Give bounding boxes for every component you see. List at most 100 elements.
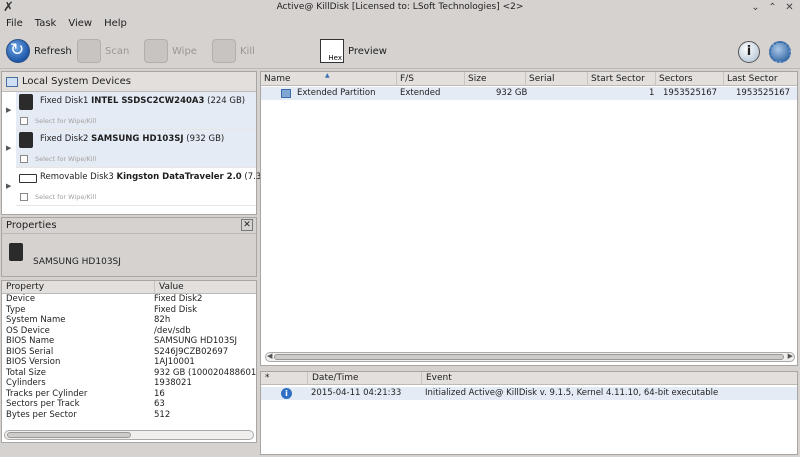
wipe-kill-checkbox[interactable] bbox=[20, 117, 28, 125]
expand-arrow-icon[interactable]: ▶ bbox=[6, 182, 11, 190]
expand-arrow-icon[interactable]: ▶ bbox=[6, 106, 11, 114]
table-row[interactable]: Bytes per Sector 512 bbox=[2, 410, 256, 421]
table-row[interactable]: Type Fixed Disk bbox=[2, 305, 256, 316]
column-header-serial[interactable]: Serial bbox=[525, 72, 587, 86]
column-header-property[interactable]: Property bbox=[2, 281, 154, 293]
property-key: Sectors per Track bbox=[6, 399, 80, 409]
scan-label: Scan bbox=[105, 45, 130, 57]
checkbox-label: Select for Wipe/Kill bbox=[35, 155, 97, 163]
table-row[interactable]: BIOS Serial S246J9CZB02697 bbox=[2, 347, 256, 358]
checkbox-label: Select for Wipe/Kill bbox=[35, 193, 97, 201]
table-row[interactable]: Sectors per Track 63 bbox=[2, 399, 256, 410]
selected-disk-name: SAMSUNG HD103SJ bbox=[33, 257, 121, 267]
partition-name: Extended Partition bbox=[297, 88, 376, 98]
list-item[interactable]: i 2015-04-11 04:21:33 Initialized Active… bbox=[261, 387, 797, 400]
menu-task[interactable]: Task bbox=[29, 16, 63, 32]
table-row[interactable]: Device Fixed Disk2 bbox=[2, 294, 256, 305]
close-icon[interactable]: ✕ bbox=[241, 219, 253, 231]
window-title: Active@ KillDisk [Licensed to: LSoft Tec… bbox=[276, 2, 524, 12]
device-item[interactable]: ▶ Fixed Disk1 INTEL SSDSC2CW240A3 (224 G… bbox=[6, 92, 256, 130]
property-value: /dev/sdb bbox=[154, 325, 191, 336]
table-row[interactable]: Cylinders 1938021 bbox=[2, 378, 256, 389]
property-value: 16 bbox=[154, 388, 165, 399]
device-item[interactable]: ▶ Removable Disk3 Kingston DataTraveler … bbox=[6, 168, 285, 206]
scan-icon bbox=[77, 39, 101, 63]
gear-icon[interactable] bbox=[769, 41, 791, 63]
property-key: Cylinders bbox=[6, 378, 46, 388]
column-header-event[interactable]: Event bbox=[421, 372, 799, 385]
scroll-right-icon[interactable]: ▶ bbox=[788, 352, 793, 360]
table-row[interactable]: Total Size 932 GB (1000204886016 bytes) bbox=[2, 368, 256, 379]
checkbox-label: Select for Wipe/Kill bbox=[35, 117, 97, 125]
partition-start-sector: 1 bbox=[649, 88, 655, 98]
refresh-label: Refresh bbox=[34, 45, 72, 57]
wipe-kill-checkbox[interactable] bbox=[20, 155, 28, 163]
minimize-icon[interactable]: ⌄ bbox=[749, 1, 762, 14]
property-value: Fixed Disk bbox=[154, 304, 197, 315]
column-header-size[interactable]: Size bbox=[464, 72, 525, 86]
column-header-marker[interactable]: * bbox=[261, 372, 307, 385]
log-datetime: 2015-04-11 04:21:33 bbox=[311, 388, 402, 398]
table-row[interactable]: System Name 82h bbox=[2, 315, 256, 326]
expand-arrow-icon[interactable]: ▶ bbox=[6, 144, 11, 152]
column-header-sectors[interactable]: Sectors bbox=[655, 72, 723, 86]
scrollbar-thumb[interactable] bbox=[7, 432, 131, 438]
scan-button[interactable]: Scan bbox=[77, 36, 129, 66]
table-row[interactable]: OS Device/dev/sdb bbox=[2, 326, 256, 337]
horizontal-scrollbar[interactable] bbox=[4, 430, 254, 440]
device-model: Kingston DataTraveler 2.0 bbox=[116, 172, 242, 182]
info-icon[interactable]: i bbox=[738, 41, 760, 63]
menu-view[interactable]: View bbox=[62, 16, 98, 32]
sort-ascending-icon: ▲ bbox=[325, 72, 330, 79]
property-value: 63 bbox=[154, 399, 165, 409]
refresh-icon bbox=[6, 39, 30, 63]
column-header-datetime[interactable]: Date/Time bbox=[307, 372, 421, 385]
computer-icon bbox=[6, 76, 18, 87]
hex-preview-icon bbox=[320, 39, 344, 63]
device-item[interactable]: ▶ Fixed Disk2 SAMSUNG HD103SJ (932 GB) S… bbox=[6, 130, 256, 168]
info-icon: i bbox=[281, 388, 292, 399]
scrollbar-thumb[interactable] bbox=[274, 354, 784, 360]
kill-label: Kill bbox=[240, 45, 255, 57]
close-icon[interactable]: ✕ bbox=[783, 1, 796, 14]
menu-file[interactable]: File bbox=[0, 16, 29, 32]
property-value: 82h bbox=[154, 315, 171, 325]
horizontal-scrollbar[interactable]: ◀ ▶ bbox=[265, 352, 795, 362]
device-size: (932 GB) bbox=[186, 134, 225, 144]
properties-panel: Properties ✕ SAMSUNG HD103SJ bbox=[1, 217, 257, 277]
column-header-fs[interactable]: F/S bbox=[396, 72, 464, 86]
hard-disk-icon bbox=[9, 243, 23, 261]
device-model: INTEL SSDSC2CW240A3 bbox=[91, 96, 205, 106]
property-key: BIOS Name bbox=[6, 336, 55, 346]
menu-help[interactable]: Help bbox=[98, 16, 133, 32]
column-header-value[interactable]: Value bbox=[154, 281, 256, 293]
property-key: Device bbox=[6, 294, 36, 304]
log-event: Initialized Active@ KillDisk v. 9.1.5, K… bbox=[425, 388, 719, 398]
event-log: * Date/Time Event i 2015-04-11 04:21:33 … bbox=[260, 371, 798, 455]
table-row[interactable]: Extended Partition Extended 932 GB 1 195… bbox=[261, 87, 797, 100]
property-key: OS Device bbox=[6, 325, 50, 336]
properties-table: Property Value Device Fixed Disk2 Type Fixe… bbox=[1, 280, 257, 443]
preview-button[interactable]: Preview bbox=[320, 36, 387, 66]
partition-table: Name ▲ F/S Size Serial Start Sector Sect… bbox=[260, 71, 798, 366]
scroll-left-icon[interactable]: ◀ bbox=[267, 352, 272, 360]
preview-label: Preview bbox=[348, 45, 387, 57]
column-header-last-sector[interactable]: Last Sector bbox=[723, 72, 799, 86]
table-row[interactable]: BIOS Version 1AJ10001 bbox=[2, 357, 256, 368]
property-key: Type bbox=[6, 304, 26, 315]
refresh-button[interactable]: Refresh bbox=[6, 36, 72, 66]
property-value: 512 bbox=[154, 409, 171, 420]
devices-header: Local System Devices bbox=[2, 72, 256, 92]
property-key: BIOS Serial bbox=[6, 346, 54, 357]
kill-button[interactable]: Kill bbox=[212, 36, 255, 66]
partition-sectors: 1953525167 bbox=[663, 88, 718, 98]
wipe-button[interactable]: Wipe bbox=[144, 36, 197, 66]
wipe-kill-checkbox[interactable] bbox=[20, 193, 28, 201]
table-row[interactable]: Tracks per Cylinder 16 bbox=[2, 389, 256, 400]
maximize-icon[interactable]: ⌃ bbox=[766, 1, 779, 14]
column-header-start-sector[interactable]: Start Sector bbox=[587, 72, 655, 86]
wipe-label: Wipe bbox=[172, 45, 197, 57]
partition-table-header: Name ▲ F/S Size Serial Start Sector Sect… bbox=[261, 72, 797, 86]
table-row[interactable]: BIOS Name SAMSUNG HD103SJ bbox=[2, 336, 256, 347]
property-value: 932 GB (1000204886016 bytes) bbox=[154, 367, 256, 378]
